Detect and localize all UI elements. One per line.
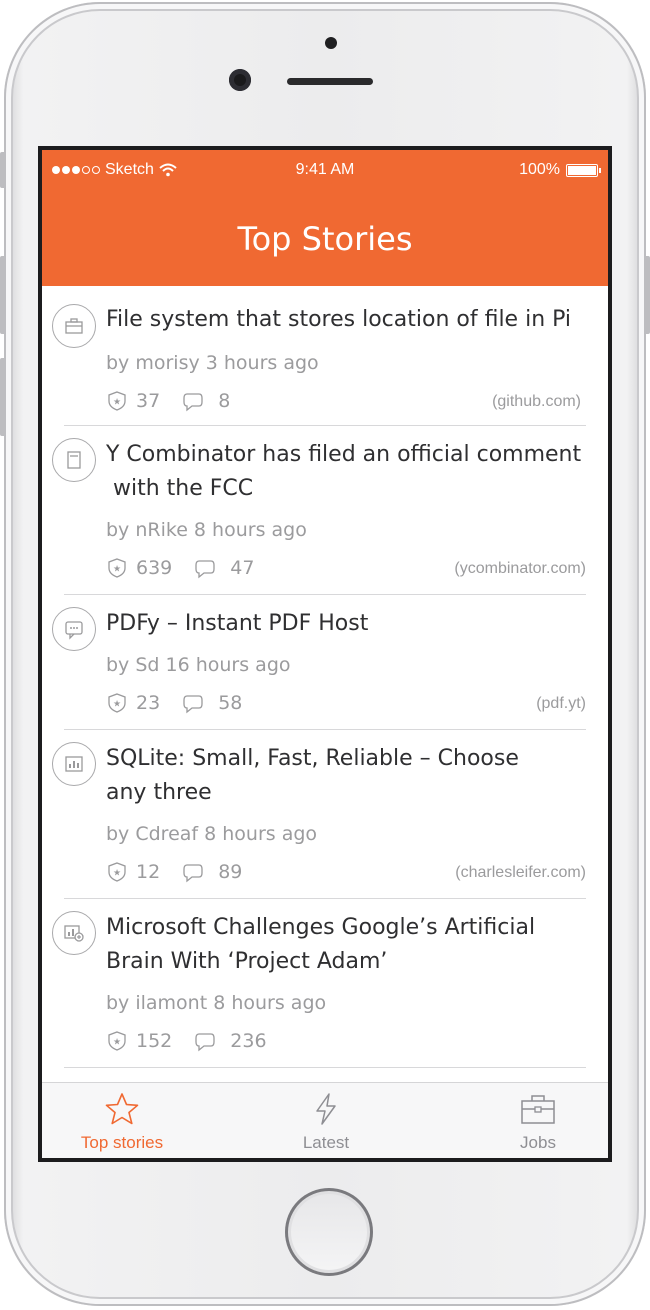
page-title: Top Stories [237,220,413,258]
story-meta: by ilamont 8 hours ago [106,992,327,1014]
story-meta: by Cdreaf 8 hours ago [106,823,318,845]
story-list: File system that stores location of file… [42,286,608,1068]
story-title[interactable]: SQLite: Small, Fast, Reliable – Choose a… [106,742,606,810]
chat-icon [52,607,96,651]
tab-top-stories[interactable]: Top stories [70,1083,174,1158]
story-title[interactable]: PDFy – Instant PDF Host [106,607,606,641]
svg-text:★: ★ [113,869,121,879]
comments-count: 89 [218,861,243,883]
navigation-bar: Sketch 9:41 AM 100% Top Stories [42,150,608,286]
story-title[interactable]: File system that stores location of file… [106,303,606,337]
shield-star-icon: ★ [108,391,126,411]
earpiece-speaker [287,78,373,85]
tab-label: Top stories [80,1133,164,1152]
home-button[interactable] [285,1188,373,1276]
story-item[interactable]: File system that stores location of file… [52,286,586,426]
tab-label: Jobs [520,1133,556,1152]
story-stats: ★ 37 8 [106,390,246,412]
story-meta: by morisy 3 hours ago [106,352,319,374]
comment-icon [195,560,215,579]
mute-switch [0,152,6,188]
svg-text:★: ★ [113,565,121,575]
points-count: 23 [136,692,161,714]
story-title[interactable]: Microsoft Challenges Google’s Artificial… [106,911,606,979]
story-domain[interactable]: (github.com) [492,393,581,411]
svg-text:★: ★ [113,700,121,710]
battery-icon [566,163,601,177]
svg-text:★: ★ [113,398,121,408]
story-item[interactable]: Microsoft Challenges Google’s Artificial… [52,899,586,1068]
comment-icon [183,393,203,412]
comments-count: 47 [230,557,255,579]
story-stats: ★ 152 236 [106,1030,283,1052]
volume-up-button [0,256,6,334]
front-camera [229,69,251,91]
comments-count: 8 [218,390,231,412]
lightning-icon [316,1093,336,1125]
points-count: 37 [136,390,161,412]
comment-icon [183,864,203,883]
volume-down-button [0,358,6,436]
shield-star-icon: ★ [108,558,126,578]
points-count: 152 [136,1030,173,1052]
chart-plus-icon [52,911,96,955]
shield-star-icon: ★ [108,1031,126,1051]
story-meta: by nRike 8 hours ago [106,519,307,541]
svg-text:★: ★ [113,1038,121,1048]
story-stats: ★ 23 58 [106,692,258,714]
comment-icon [195,1033,215,1052]
story-stats: ★ 639 47 [106,557,270,579]
shield-star-icon: ★ [108,693,126,713]
story-item[interactable]: SQLite: Small, Fast, Reliable – Choose a… [52,730,586,899]
story-domain[interactable]: (charlesleifer.com) [455,864,586,882]
story-item[interactable]: PDFy – Instant PDF Host by Sd 16 hours a… [52,595,586,730]
story-meta: by Sd 16 hours ago [106,654,291,676]
shield-star-icon: ★ [108,862,126,882]
tab-bar: Top stories Latest Jobs [42,1082,608,1158]
comments-count: 236 [230,1030,267,1052]
battery-percent: 100% [519,161,560,178]
points-count: 639 [136,557,173,579]
comment-icon [183,695,203,714]
tab-jobs[interactable]: Jobs [498,1083,578,1158]
briefcase-icon [52,304,96,348]
story-item[interactable]: Y Combinator has filed an official comme… [52,426,586,595]
toolbox-icon [521,1095,555,1124]
story-title[interactable]: Y Combinator has filed an official comme… [106,438,606,506]
comments-count: 58 [218,692,243,714]
story-domain[interactable]: (ycombinator.com) [454,560,586,578]
tab-label: Latest [302,1133,350,1152]
document-icon [52,438,96,482]
story-stats: ★ 12 89 [106,861,258,883]
story-domain[interactable]: (pdf.yt) [536,695,586,713]
power-button [644,256,650,334]
tab-latest[interactable]: Latest [276,1083,376,1158]
chart-icon [52,742,96,786]
points-count: 12 [136,861,161,883]
star-icon [105,1093,139,1125]
phone-screen: Sketch 9:41 AM 100% Top Stories File sys… [38,146,612,1162]
status-bar: Sketch 9:41 AM 100% [42,150,608,190]
proximity-sensor [325,37,337,49]
